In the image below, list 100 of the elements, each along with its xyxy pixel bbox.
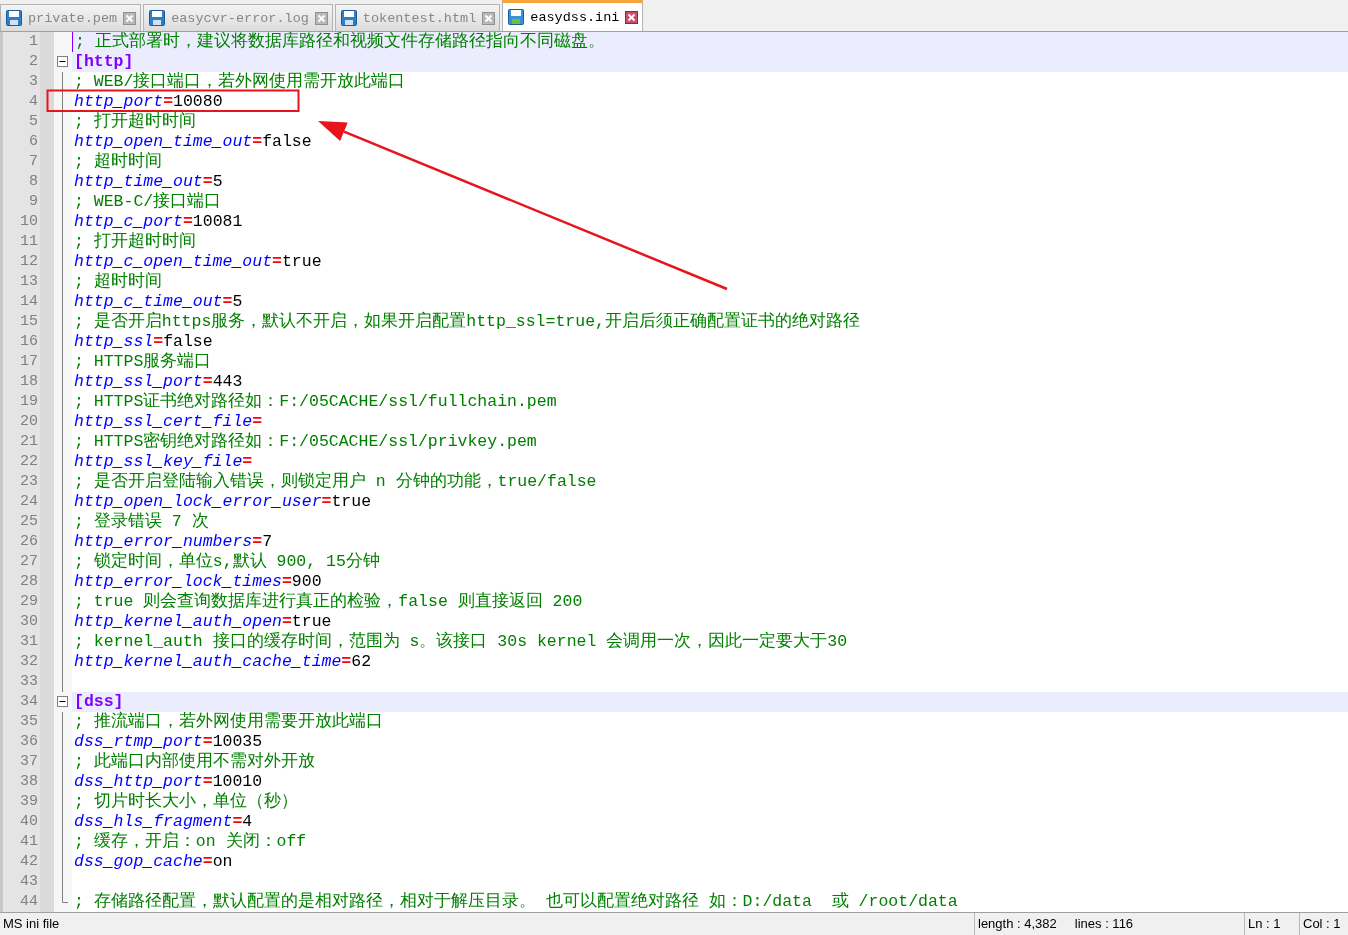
length-label: length : 4,382 <box>978 916 1057 933</box>
line-count-label: lines : 116 <box>1074 916 1134 933</box>
collapse-icon[interactable] <box>57 56 68 67</box>
setting-key: http_c_port <box>74 212 183 231</box>
comment-text: ; 存储路径配置，默认配置的是相对路径，相对于解压目录。 也可以配置绝对路径 如：D:/data 或 /root/data <box>74 892 958 911</box>
comment-text: ; true 则会查询数据库进行真正的检验，false 则直接返回 200 <box>74 592 583 611</box>
equals-sign: = <box>252 532 263 551</box>
comment-text: ; kernel_auth 接口的缓存时间，范围为 s。该接口 30s kernel 会调用一次，因此一定要大于30 <box>74 632 848 651</box>
setting-value: 443 <box>212 372 243 391</box>
line-number: 7 <box>28 152 39 172</box>
file-type-label: MS ini file <box>0 913 975 935</box>
equals-sign: = <box>222 292 233 311</box>
setting-key: http_c_open_time_out <box>74 252 273 271</box>
setting-key: dss_http_port <box>74 772 203 791</box>
comment-text: ; 超时时间 <box>74 152 162 171</box>
collapse-icon[interactable] <box>57 696 68 707</box>
comment-text: ; HTTPS证书绝对路径如：F:/05CACHE/ssl/fullchain.pem <box>74 392 557 411</box>
comment-text: ; 推流端口，若外网使用需要开放此端口 <box>74 712 383 731</box>
equals-sign: = <box>252 412 263 431</box>
line-number: 3 <box>28 72 39 92</box>
line-number: 33 <box>19 672 39 692</box>
line-number: 17 <box>19 352 39 372</box>
line-number: 29 <box>19 592 39 612</box>
line-number: 12 <box>19 252 39 272</box>
file-tab[interactable]: private.pem <box>0 4 142 31</box>
comment-text: ; 打开超时时间 <box>74 112 196 131</box>
setting-key: http_ssl_key_file <box>74 452 243 471</box>
comment-text: ; 打开超时时间 <box>74 232 196 251</box>
line-number: 40 <box>19 812 39 832</box>
comment-text: ; 正式部署时，建议将数据库路径和视频文件存储路径指向不同磁盘。 <box>75 32 605 51</box>
line-number: 11 <box>19 232 39 252</box>
file-tab[interactable]: tokentest.html <box>334 4 501 31</box>
setting-key: http_ssl_port <box>74 372 203 391</box>
column-position-label: Col : 1 <box>1302 915 1342 933</box>
comment-text: ; HTTPS服务端口 <box>74 352 212 371</box>
line-number: 19 <box>19 392 39 412</box>
comment-text: ; 是否开启https服务，默认不开启，如果开启配置http_ssl=true,开启后须正确配置证书的绝对路径 <box>74 312 860 331</box>
line-number: 36 <box>19 732 39 752</box>
line-number: 35 <box>19 712 39 732</box>
equals-sign: = <box>202 772 213 791</box>
comment-text: ; 超时时间 <box>74 272 162 291</box>
setting-key: http_ssl <box>74 332 154 351</box>
line-number: 28 <box>19 572 39 592</box>
line-number: 25 <box>19 512 39 532</box>
setting-value: 7 <box>262 532 273 551</box>
setting-value: 10080 <box>173 92 223 111</box>
setting-key: http_c_time_out <box>74 292 223 311</box>
setting-value: 62 <box>351 652 372 671</box>
setting-key: http_time_out <box>74 172 203 191</box>
setting-value: 5 <box>212 172 223 191</box>
setting-value: false <box>163 332 213 351</box>
file-tab[interactable]: easydss.ini <box>502 0 644 31</box>
equals-sign: = <box>252 132 263 151</box>
equals-sign: = <box>232 812 243 831</box>
equals-sign: = <box>281 612 292 631</box>
setting-key: http_error_numbers <box>74 532 253 551</box>
equals-sign: = <box>202 852 213 871</box>
comment-text: ; 切片时长大小，单位（秒） <box>74 792 298 811</box>
line-number: 10 <box>19 212 39 232</box>
setting-value: true <box>291 612 332 631</box>
setting-key: http_open_lock_error_user <box>74 492 322 511</box>
setting-value: false <box>262 132 312 151</box>
line-number: 31 <box>19 632 39 652</box>
line-number: 18 <box>19 372 39 392</box>
comment-text: ; HTTPS密钥绝对路径如：F:/05CACHE/ssl/privkey.pem <box>74 432 537 451</box>
setting-value: on <box>212 852 233 871</box>
comment-text: ; 是否开启登陆输入错误，则锁定用户 n 分钟的功能，true/false <box>74 472 597 491</box>
setting-key: dss_hls_fragment <box>74 812 233 831</box>
close-icon[interactable] <box>625 10 639 24</box>
line-number: 8 <box>28 172 39 192</box>
equals-sign: = <box>202 372 213 391</box>
equals-sign: = <box>153 332 164 351</box>
file-tab[interactable]: easycvr-error.log <box>143 4 333 31</box>
line-number: 32 <box>19 652 39 672</box>
line-number: 43 <box>19 872 39 892</box>
comment-text: ; 锁定时间，单位s,默认 900, 15分钟 <box>74 552 380 571</box>
line-number: 39 <box>19 792 39 812</box>
equals-sign: = <box>202 732 213 751</box>
line-number: 9 <box>28 192 39 212</box>
line-position-label: Ln : 1 <box>1245 913 1300 935</box>
setting-value: true <box>281 252 322 271</box>
setting-value: 10010 <box>212 772 263 791</box>
equals-sign: = <box>272 252 282 271</box>
setting-value: 900 <box>291 572 322 591</box>
equals-sign: = <box>163 92 174 111</box>
comment-text: ; WEB/接口端口，若外网使用需开放此端口 <box>74 72 406 91</box>
line-number: 34 <box>19 692 39 712</box>
line-number: 41 <box>19 832 39 852</box>
setting-key: http_ssl_cert_file <box>74 412 253 431</box>
line-number: 2 <box>28 52 39 72</box>
line-number: 4 <box>28 92 39 112</box>
line-number: 23 <box>19 472 39 492</box>
line-number: 24 <box>19 492 39 512</box>
setting-key: http_open_time_out <box>74 132 253 151</box>
line-number: 37 <box>19 752 39 772</box>
equals-sign: = <box>321 492 332 511</box>
comment-text: ; 缓存，开启：on 关闭：off <box>74 832 307 851</box>
line-number: 27 <box>19 552 39 572</box>
setting-value: true <box>331 492 372 511</box>
line-number: 38 <box>19 772 39 792</box>
